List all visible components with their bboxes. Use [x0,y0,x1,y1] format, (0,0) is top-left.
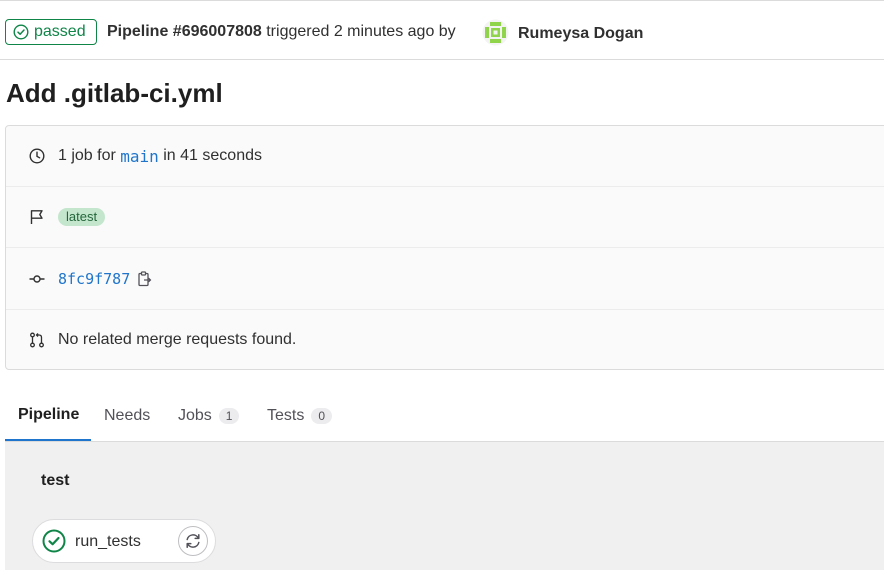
job-success-icon [42,529,66,553]
pipeline-id: Pipeline #696007808 [107,23,262,40]
tab-pipeline-label: Pipeline [18,405,80,423]
commit-icon [29,274,45,283]
merge-request-icon [30,332,44,347]
commit-sha-link[interactable]: 8fc9f787 [58,270,130,288]
copy-icon[interactable] [138,270,152,287]
jobs-count-text: 1 job for [58,147,116,164]
clock-icon [29,148,45,164]
retry-icon [186,534,200,548]
check-circle-icon [13,24,29,40]
pipeline-header: passed Pipeline #696007808 triggered 2 m… [0,0,884,60]
pipeline-summary: Pipeline #696007808 triggered 2 minutes … [107,23,456,41]
job-name[interactable]: run_tests [75,533,141,551]
triggered-text: triggered 2 minutes ago by [266,23,456,40]
pipeline-tabs: Pipeline Needs Jobs 1 Tests 0 [5,390,884,442]
flag-icon [30,210,43,224]
status-badge[interactable]: passed [5,19,97,45]
retry-button[interactable] [178,526,208,556]
tab-needs-label: Needs [104,406,151,424]
avatar[interactable] [482,19,509,46]
tests-count-badge: 0 [311,407,333,424]
status-label: passed [34,23,86,40]
job-item[interactable]: run_tests [32,519,216,563]
jobs-summary-row: 1 job for main in 41 seconds [6,126,884,187]
tab-needs[interactable]: Needs [104,390,150,441]
latest-badge: latest [58,208,106,226]
badges-row: latest [6,187,884,248]
tab-tests[interactable]: Tests 0 [267,390,333,441]
commit-row: 8fc9f787 [6,248,884,310]
pipeline-graph: test run_tests [5,442,884,570]
merge-requests-row: No related merge requests found. [6,310,884,369]
tab-tests-label: Tests [267,406,305,424]
tab-jobs-label: Jobs [178,406,212,424]
tab-jobs[interactable]: Jobs 1 [178,390,240,441]
merge-requests-text: No related merge requests found. [58,330,297,348]
jobs-count-badge: 1 [218,407,240,424]
branch-link[interactable]: main [120,147,159,166]
pipeline-info-box: 1 job for main in 41 seconds latest 8fc9… [5,125,884,370]
tab-pipeline[interactable]: Pipeline [5,390,91,441]
duration-text: in 41 seconds [163,147,262,164]
page-title: Add .gitlab-ci.yml [6,78,223,108]
stage-title: test [41,472,70,489]
author-name[interactable]: Rumeysa Dogan [518,25,643,43]
